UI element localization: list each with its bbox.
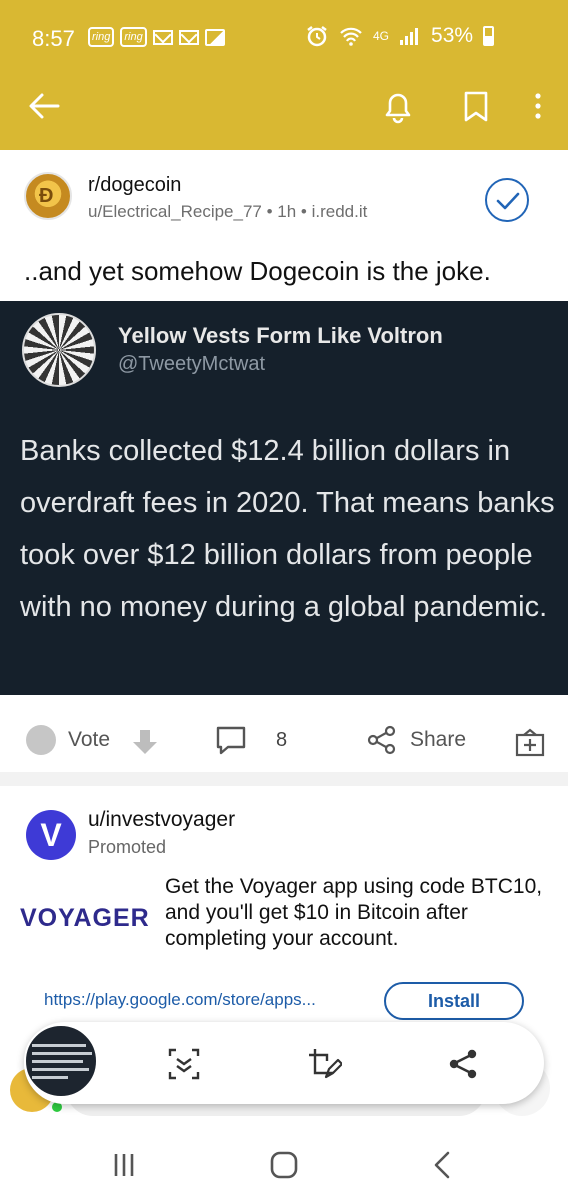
promoted-link[interactable]: https://play.google.com/store/apps... [44, 990, 316, 1010]
screenshot-thumbnail[interactable] [24, 1024, 98, 1098]
status-time: 8:57 [32, 26, 75, 51]
arrow-left-icon[interactable] [24, 86, 64, 126]
comment-button[interactable] [214, 720, 248, 760]
downvote-arrow-icon[interactable] [130, 728, 160, 756]
voyager-avatar[interactable]: V [26, 810, 76, 860]
post-header: Ð r/dogecoin u/Electrical_Recipe_77 • 1h… [0, 150, 568, 250]
status-right: 4G 53% [305, 24, 495, 48]
voyager-logo: VOYAGER [20, 904, 150, 932]
tweet-avatar [22, 313, 96, 387]
section-divider [0, 772, 568, 786]
promoted-text[interactable]: Get the Voyager app using code BTC10, an… [165, 874, 545, 952]
crop-edit-icon[interactable] [306, 1046, 342, 1082]
alarm-icon [307, 26, 327, 47]
home-icon[interactable] [264, 1148, 304, 1182]
check-icon [496, 192, 520, 210]
subreddit-name[interactable]: r/dogecoin [88, 174, 181, 197]
award-gift-icon[interactable] [514, 726, 546, 758]
ring-notification-icon-2: ring [120, 27, 147, 47]
share-icon [367, 725, 396, 755]
back-icon[interactable] [424, 1148, 464, 1182]
share-button[interactable]: Share [366, 720, 466, 760]
post-image[interactable]: Yellow Vests Form Like Voltron @TweetyMc… [0, 301, 568, 695]
promoted-label: Promoted [88, 837, 167, 857]
post-action-bar: Vote 8 Share [0, 700, 568, 780]
bell-icon[interactable] [378, 86, 418, 126]
mail-icon-2 [178, 29, 199, 45]
signal-icon [400, 28, 419, 45]
mail-icon [152, 29, 173, 45]
share-icon[interactable] [445, 1046, 481, 1082]
reddit-post-screen: 8:57 ring ring 4G 53% Ð r/dogecoin u/Ele… [0, 0, 568, 1200]
share-label: Share [410, 728, 467, 751]
subreddit-avatar[interactable]: Ð [24, 172, 72, 220]
battery-percent: 53% [431, 24, 474, 47]
upvote-button[interactable]: Vote [26, 720, 110, 760]
app-top-bar: 8:57 ring ring 4G 53% [0, 0, 568, 150]
notification-icons: ring ring [88, 27, 225, 47]
scroll-capture-icon[interactable] [166, 1046, 202, 1082]
wifi-icon [340, 27, 362, 46]
post-title[interactable]: ..and yet somehow Dogecoin is the joke. [24, 255, 554, 287]
joined-check-button[interactable] [485, 178, 529, 222]
battery-icon [483, 26, 495, 46]
doge-upvote-icon [26, 725, 56, 755]
tweet-author-name: Yellow Vests Form Like Voltron [118, 323, 443, 348]
ring-notification-icon: ring [88, 27, 115, 47]
promoted-username[interactable]: u/investvoyager [88, 808, 235, 832]
comment-count: 8 [276, 729, 288, 751]
thumbnail-preview [32, 1044, 92, 1084]
bookmark-icon[interactable] [456, 86, 496, 126]
doge-icon: Ð [39, 185, 54, 207]
network-type: 4G [373, 29, 390, 43]
tweet-body: Banks collected $12.4 billion dollars in… [20, 435, 555, 623]
status-bar: 8:57 ring ring 4G 53% [0, 18, 568, 58]
gallery-icon [204, 28, 225, 46]
comment-icon [216, 726, 246, 755]
tweet-handle: @TweetyMctwat [118, 353, 266, 375]
recents-icon[interactable] [104, 1148, 144, 1182]
system-nav-bar [0, 1126, 568, 1200]
install-button[interactable]: Install [384, 982, 524, 1020]
more-vert-icon[interactable] [518, 86, 558, 126]
post-meta: u/Electrical_Recipe_77 • 1h • i.redd.it [88, 202, 368, 221]
vote-label: Vote [68, 728, 111, 751]
